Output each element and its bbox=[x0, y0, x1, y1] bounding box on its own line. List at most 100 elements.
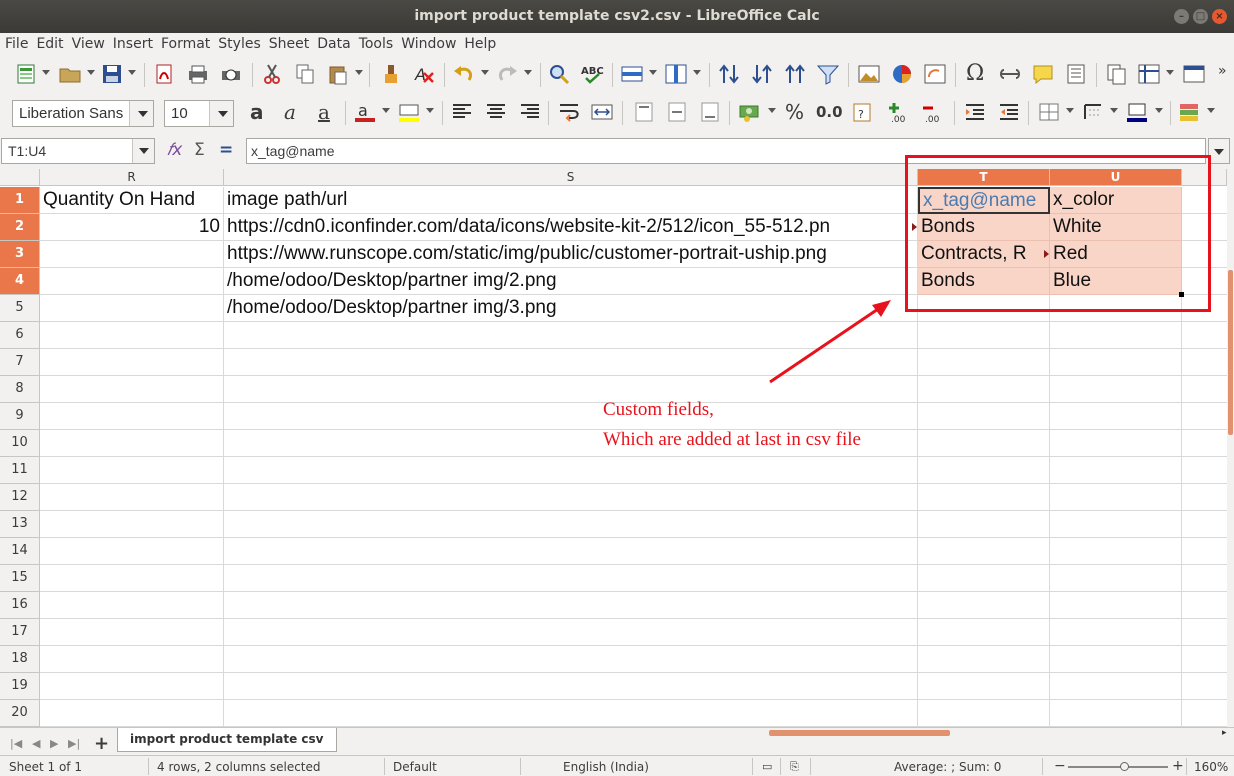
redo-icon[interactable] bbox=[495, 63, 519, 85]
chevron-down-icon[interactable] bbox=[693, 70, 701, 75]
chevron-down-icon[interactable] bbox=[87, 70, 95, 75]
border-style-icon[interactable] bbox=[1081, 101, 1105, 123]
special-character-icon[interactable]: Ω bbox=[966, 61, 984, 86]
headers-footers-icon[interactable] bbox=[1064, 63, 1088, 85]
toolbar-overflow-icon[interactable]: » bbox=[1218, 63, 1227, 79]
document-modified-icon[interactable]: ⎘ bbox=[790, 760, 799, 774]
row-header[interactable]: 16 bbox=[0, 592, 40, 619]
split-window-icon[interactable] bbox=[1182, 63, 1206, 85]
border-color-icon[interactable] bbox=[1125, 101, 1149, 123]
define-print-area-icon[interactable] bbox=[1104, 63, 1128, 85]
cell-s3[interactable]: https://www.runscope.com/static/img/publ… bbox=[224, 241, 918, 268]
comment-icon[interactable] bbox=[1031, 63, 1055, 85]
column-icon[interactable] bbox=[664, 63, 688, 85]
add-decimal-icon[interactable]: .00 bbox=[888, 101, 912, 125]
menu-tools[interactable]: Tools bbox=[355, 33, 398, 52]
hyperlink-icon[interactable] bbox=[998, 63, 1022, 85]
row-header[interactable]: 5 bbox=[0, 295, 40, 322]
italic-icon[interactable]: a bbox=[284, 100, 296, 124]
row-header[interactable]: 14 bbox=[0, 538, 40, 565]
sort-descending-icon[interactable] bbox=[783, 63, 807, 85]
next-sheet-icon[interactable]: ▶ bbox=[50, 737, 58, 750]
chevron-down-icon[interactable] bbox=[132, 139, 154, 163]
cell-s4[interactable]: /home/odoo/Desktop/partner img/2.png bbox=[224, 268, 918, 295]
print-icon[interactable] bbox=[186, 63, 210, 85]
align-top-icon[interactable] bbox=[632, 101, 656, 123]
paste-icon[interactable] bbox=[326, 63, 350, 85]
menu-sheet[interactable]: Sheet bbox=[265, 33, 313, 52]
chevron-down-icon[interactable] bbox=[1110, 108, 1118, 113]
chevron-down-icon[interactable] bbox=[649, 70, 657, 75]
row-header[interactable]: 19 bbox=[0, 673, 40, 700]
align-right-icon[interactable] bbox=[518, 101, 542, 123]
menu-edit[interactable]: Edit bbox=[32, 33, 67, 52]
horizontal-scrollbar-thumb[interactable] bbox=[769, 730, 950, 736]
row-header[interactable]: 3 bbox=[0, 241, 40, 268]
close-button[interactable]: × bbox=[1212, 9, 1227, 24]
row-header[interactable]: 13 bbox=[0, 511, 40, 538]
wrap-text-icon[interactable] bbox=[557, 101, 581, 123]
font-name-box[interactable]: Liberation Sans bbox=[12, 100, 154, 127]
cell-r1[interactable]: Quantity On Hand bbox=[40, 187, 224, 214]
delete-decimal-icon[interactable]: .00 bbox=[922, 101, 946, 125]
row-header[interactable]: 18 bbox=[0, 646, 40, 673]
row-header[interactable]: 9 bbox=[0, 403, 40, 430]
cell-s1[interactable]: image path/url bbox=[224, 187, 918, 214]
row-header[interactable]: 8 bbox=[0, 376, 40, 403]
chevron-down-icon[interactable] bbox=[129, 101, 153, 126]
scroll-right-icon[interactable]: ▸ bbox=[1222, 728, 1227, 738]
clear-formatting-icon[interactable]: A bbox=[412, 63, 436, 85]
pivot-table-icon[interactable] bbox=[923, 63, 947, 85]
chevron-down-icon[interactable] bbox=[42, 70, 50, 75]
sort-ascending-icon[interactable] bbox=[750, 63, 774, 85]
cell-s2[interactable]: https://cdn0.iconfinder.com/data/icons/w… bbox=[224, 214, 918, 241]
column-header-r[interactable]: R bbox=[40, 169, 224, 186]
row-header[interactable]: 12 bbox=[0, 484, 40, 511]
percent-icon[interactable]: % bbox=[785, 100, 804, 124]
chevron-down-icon[interactable] bbox=[1207, 108, 1215, 113]
font-color-icon[interactable]: a bbox=[353, 101, 377, 123]
open-folder-icon[interactable] bbox=[58, 63, 82, 85]
conditional-format-icon[interactable] bbox=[1177, 101, 1201, 123]
first-sheet-icon[interactable]: |◀ bbox=[10, 737, 22, 750]
column-header-s[interactable]: S bbox=[224, 169, 918, 186]
name-box[interactable]: T1:U4 bbox=[1, 138, 155, 164]
chevron-down-icon[interactable] bbox=[768, 108, 776, 113]
bold-icon[interactable]: a bbox=[250, 100, 264, 124]
formula-icon[interactable]: = bbox=[219, 140, 233, 160]
autofilter-icon[interactable] bbox=[816, 63, 840, 85]
save-icon[interactable] bbox=[100, 63, 124, 85]
menu-window[interactable]: Window bbox=[397, 33, 460, 52]
clone-formatting-icon[interactable] bbox=[379, 63, 403, 85]
date-format-icon[interactable]: ? bbox=[850, 101, 874, 123]
insert-chart-icon[interactable] bbox=[890, 63, 914, 85]
menu-styles[interactable]: Styles bbox=[214, 33, 264, 52]
borders-icon[interactable] bbox=[1037, 101, 1061, 123]
zoom-in-icon[interactable]: + bbox=[1172, 758, 1184, 774]
row-header[interactable]: 17 bbox=[0, 619, 40, 646]
last-sheet-icon[interactable]: ▶| bbox=[68, 737, 80, 750]
freeze-rows-columns-icon[interactable] bbox=[1137, 63, 1161, 85]
sum-icon[interactable]: Σ bbox=[194, 140, 205, 160]
merge-center-icon[interactable] bbox=[590, 101, 614, 123]
row-header[interactable]: 15 bbox=[0, 565, 40, 592]
cell-r2[interactable]: 10 bbox=[40, 214, 224, 241]
find-replace-icon[interactable] bbox=[547, 63, 571, 85]
spellcheck-icon[interactable]: ABC bbox=[580, 63, 604, 85]
currency-icon[interactable] bbox=[738, 101, 762, 123]
chevron-down-icon[interactable] bbox=[524, 70, 532, 75]
cell-r4[interactable] bbox=[40, 268, 224, 295]
zoom-slider[interactable] bbox=[1068, 766, 1168, 768]
sort-icon[interactable] bbox=[717, 63, 741, 85]
chevron-down-icon[interactable] bbox=[382, 108, 390, 113]
previous-sheet-icon[interactable]: ◀ bbox=[32, 737, 40, 750]
function-wizard-icon[interactable]: 𝑓x bbox=[167, 140, 182, 160]
row-header[interactable]: 1 bbox=[0, 187, 40, 214]
select-all-corner[interactable] bbox=[0, 169, 40, 186]
menu-insert[interactable]: Insert bbox=[109, 33, 157, 52]
print-preview-icon[interactable] bbox=[219, 63, 243, 85]
maximize-button[interactable]: □ bbox=[1193, 9, 1208, 24]
font-size-box[interactable]: 10 bbox=[164, 100, 234, 127]
insert-mode-icon[interactable]: ▭ bbox=[762, 760, 772, 773]
chevron-down-icon[interactable] bbox=[209, 101, 233, 126]
